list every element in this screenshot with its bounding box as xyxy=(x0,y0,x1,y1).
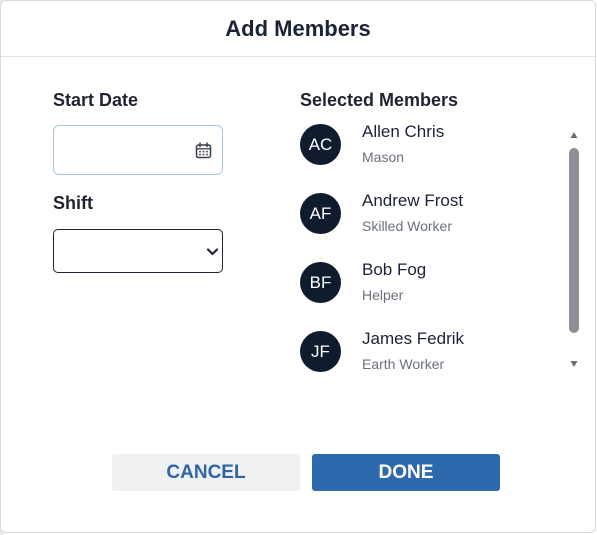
scroll-up-arrow-icon[interactable] xyxy=(570,131,578,139)
calendar-icon[interactable] xyxy=(195,142,212,159)
member-name: Bob Fog xyxy=(362,260,427,279)
member-item: AF Andrew Frost Skilled Worker xyxy=(300,191,560,245)
scroll-thumb[interactable] xyxy=(569,148,579,333)
scroll-down-arrow-icon[interactable] xyxy=(570,360,578,368)
member-item: BF Bob Fog Helper xyxy=(300,260,560,314)
member-role: Skilled Worker xyxy=(362,218,452,234)
add-members-dialog: Add Members Start Date Shift Selected Me… xyxy=(0,0,596,533)
member-item: AC Allen Chris Mason xyxy=(300,122,560,176)
dialog-header: Add Members xyxy=(1,1,595,57)
member-item: JF James Fedrik Earth Worker xyxy=(300,329,560,383)
start-date-label: Start Date xyxy=(53,90,139,110)
avatar: BF xyxy=(300,262,341,303)
avatar: JF xyxy=(300,331,341,372)
done-button[interactable]: DONE xyxy=(312,454,500,491)
shift-label: Shift xyxy=(53,193,93,213)
member-name: James Fedrik xyxy=(362,329,465,348)
member-role: Mason xyxy=(362,149,405,165)
shift-select[interactable] xyxy=(53,229,223,273)
avatar: AF xyxy=(300,193,341,234)
selected-members-heading: Selected Members xyxy=(300,90,459,110)
member-role: Helper xyxy=(362,287,404,303)
chevron-down-icon xyxy=(206,248,219,256)
start-date-field[interactable] xyxy=(53,125,223,175)
cancel-button[interactable]: CANCEL xyxy=(112,454,300,491)
avatar: AC xyxy=(300,124,341,165)
member-role: Earth Worker xyxy=(362,356,445,372)
start-date-input[interactable] xyxy=(62,138,186,164)
dialog-title: Add Members xyxy=(225,15,371,41)
member-name: Allen Chris xyxy=(362,122,445,141)
members-scrollbar[interactable] xyxy=(566,127,582,373)
member-name: Andrew Frost xyxy=(362,191,464,210)
